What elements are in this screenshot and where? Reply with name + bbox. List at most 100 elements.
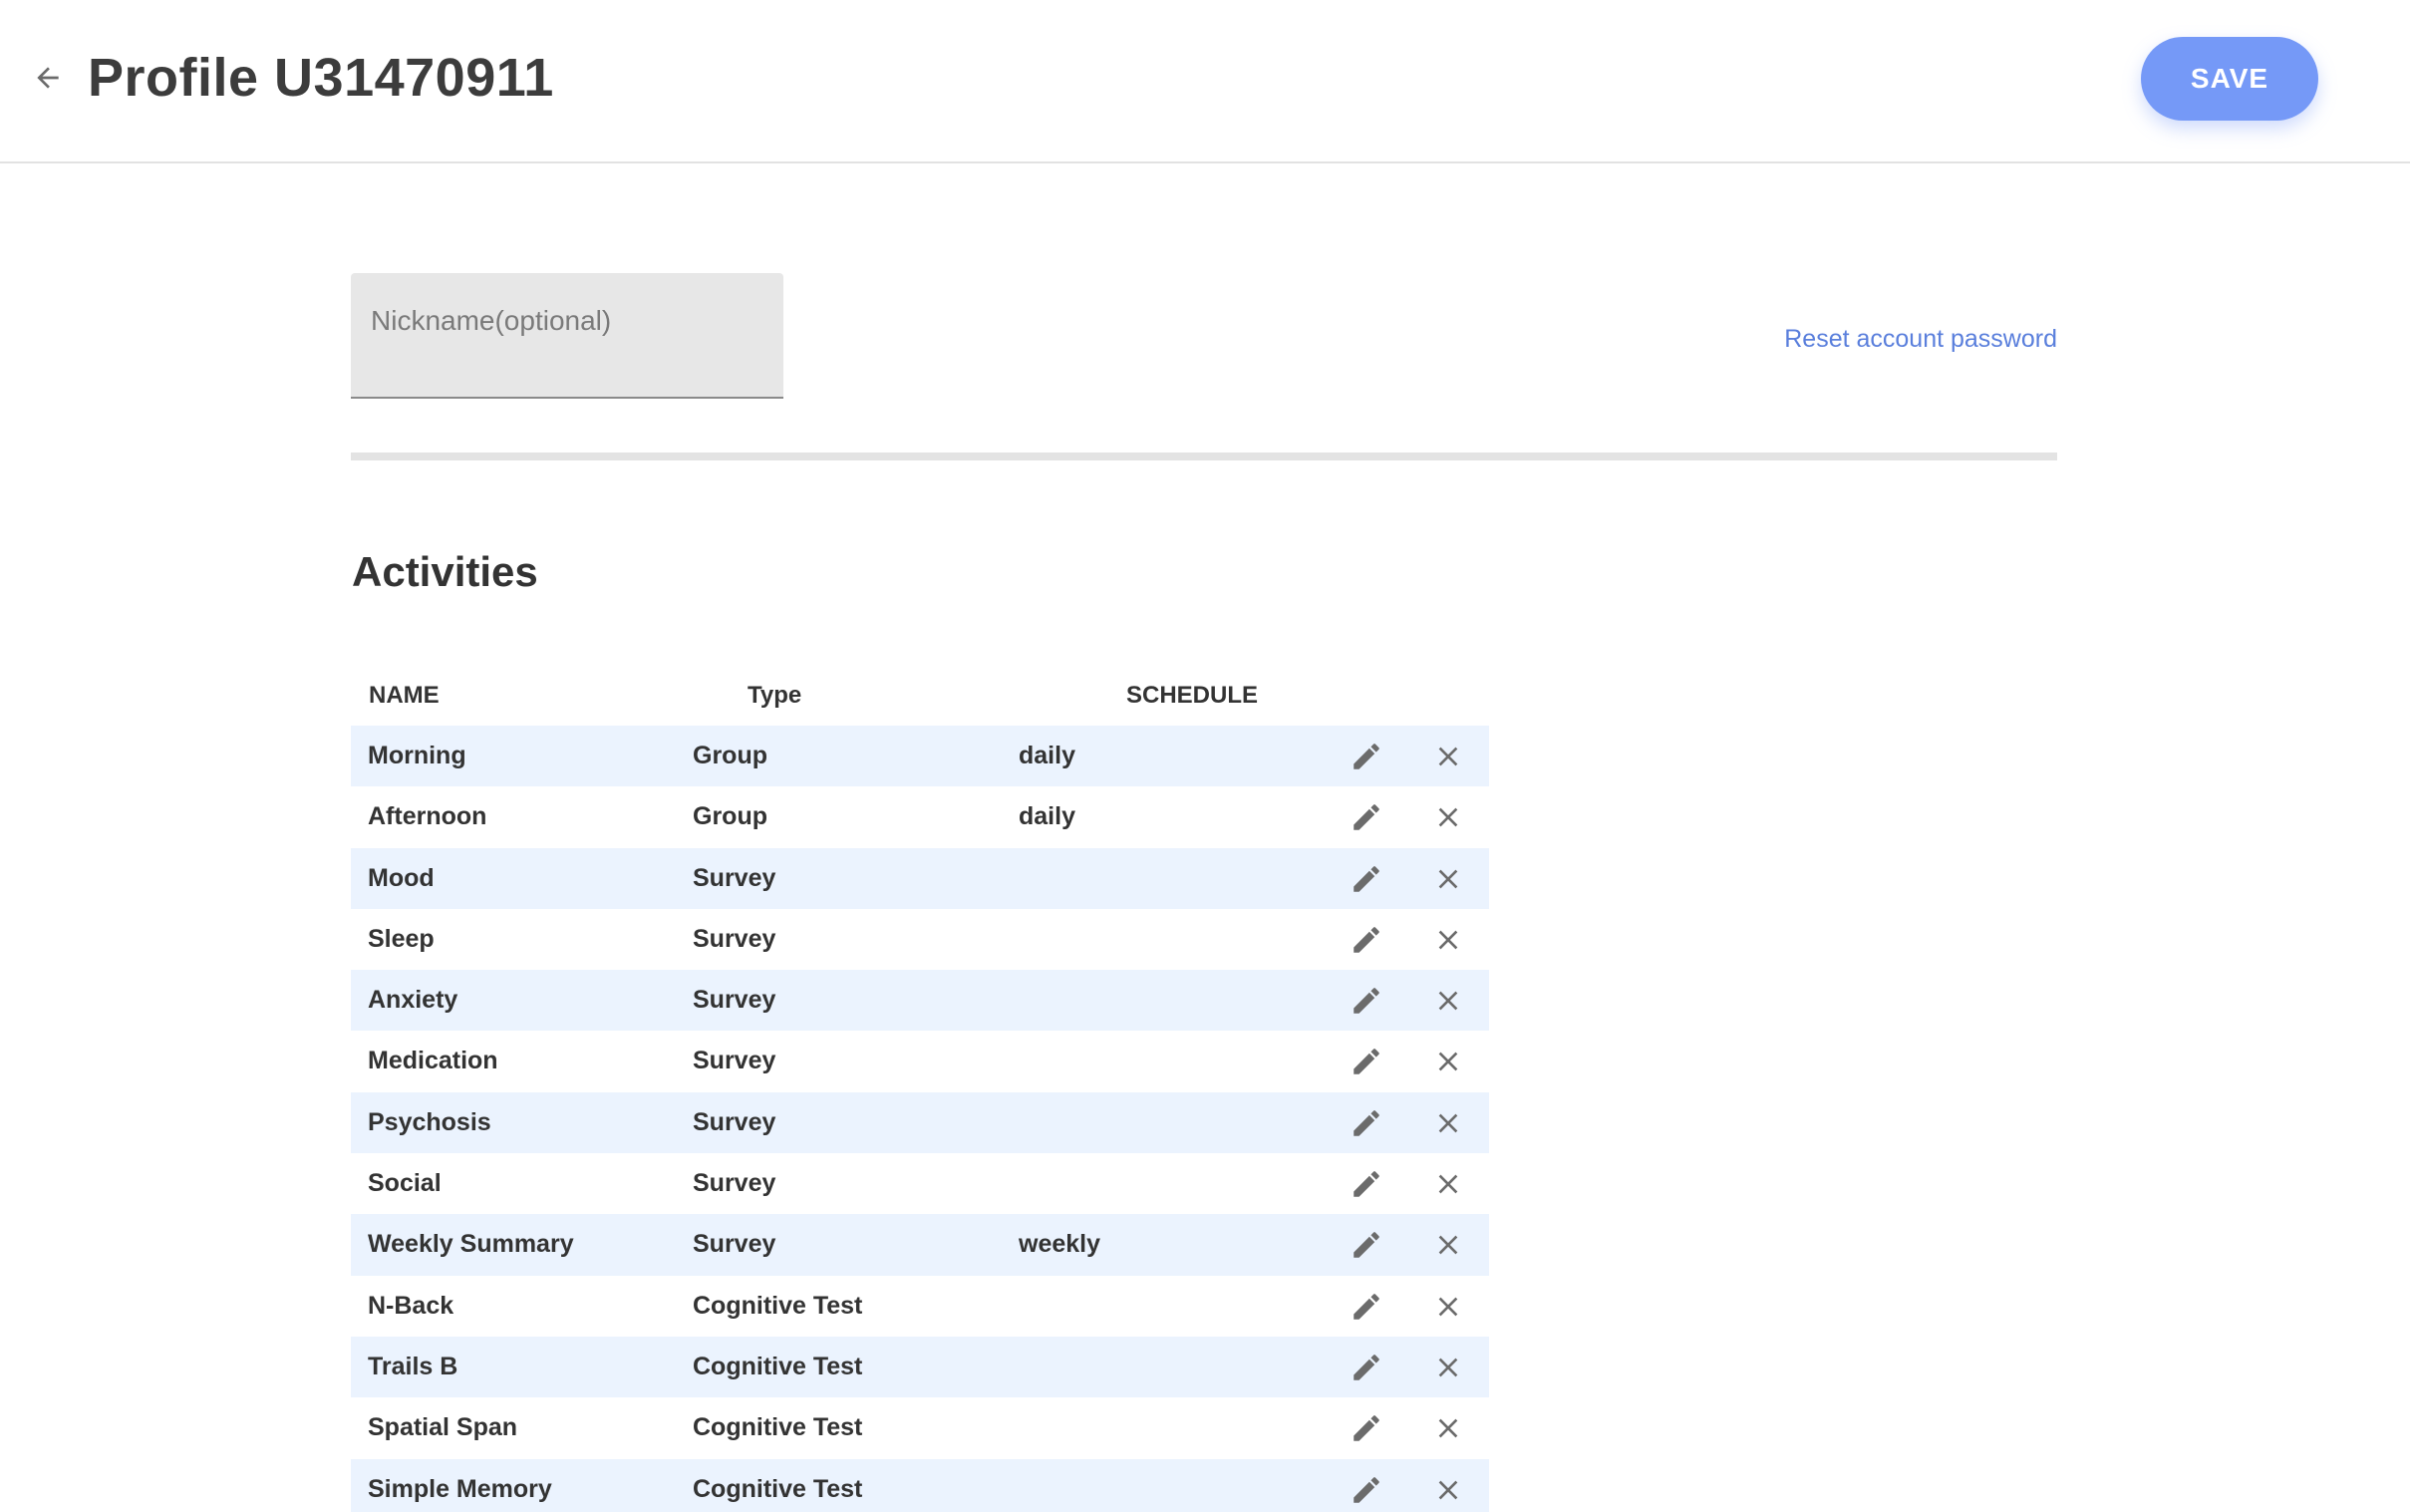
pencil-icon [1350,923,1383,957]
table-row[interactable]: Social Survey [351,1153,1489,1214]
activity-name: Social [368,1169,442,1198]
activity-name: Mood [368,863,435,892]
delete-activity-button[interactable] [1429,738,1467,775]
activity-type: Survey [693,986,776,1015]
pencil-icon [1350,1045,1383,1078]
reset-password-link[interactable]: Reset account password [1776,325,2057,354]
column-header-name[interactable]: NAME [369,682,440,710]
close-icon [1432,1291,1464,1323]
edit-activity-button[interactable] [1348,1104,1385,1142]
table-row[interactable]: Trails B Cognitive Test [351,1336,1489,1398]
activity-type: Cognitive Test [693,1352,863,1380]
table-row[interactable]: Spatial Span Cognitive Test [351,1397,1489,1458]
pencil-icon [1350,1106,1383,1140]
pencil-icon [1350,1228,1383,1262]
activity-type: Survey [693,1230,776,1259]
table-row[interactable]: Anxiety Survey [351,970,1489,1032]
edit-activity-button[interactable] [1348,860,1385,898]
delete-activity-button[interactable] [1429,1471,1467,1509]
activity-name: N-Back [368,1291,454,1320]
table-row[interactable]: Afternoon Group daily [351,786,1489,847]
close-icon [1432,1046,1464,1077]
activity-name: Trails B [368,1352,458,1380]
activity-type: Survey [693,1169,776,1198]
column-header-type[interactable]: Type [748,682,801,710]
edit-activity-button[interactable] [1348,1409,1385,1447]
activity-type: Survey [693,863,776,892]
edit-activity-button[interactable] [1348,1043,1385,1080]
activity-schedule: daily [1019,802,1075,831]
activity-type: Cognitive Test [693,1291,863,1320]
edit-activity-button[interactable] [1348,738,1385,775]
pencil-icon [1350,862,1383,896]
delete-activity-button[interactable] [1429,1043,1467,1080]
close-icon [1432,924,1464,956]
activity-schedule: weekly [1019,1230,1101,1259]
delete-activity-button[interactable] [1429,1165,1467,1203]
nickname-input[interactable] [371,301,759,341]
table-row[interactable]: Weekly Summary Survey weekly [351,1214,1489,1276]
close-icon [1432,1412,1464,1444]
edit-activity-button[interactable] [1348,1349,1385,1386]
activity-type: Survey [693,1107,776,1136]
table-row[interactable]: Medication Survey [351,1031,1489,1091]
activity-type: Survey [693,1047,776,1075]
activities-table: NAME Type SCHEDULE Morning Group daily Afte… [351,664,1489,1512]
table-row[interactable]: Morning Group daily [351,726,1489,787]
edit-activity-button[interactable] [1348,1471,1385,1509]
activity-type: Group [693,802,767,831]
table-row[interactable]: Mood Survey [351,847,1489,909]
profile-page: Profile U31470911 SAVE Reset account pas… [0,0,2410,1512]
activity-name: Anxiety [368,986,458,1015]
close-icon [1432,985,1464,1017]
activity-name: Simple Memory [368,1474,552,1503]
edit-activity-button[interactable] [1348,921,1385,959]
activity-schedule: daily [1019,742,1075,769]
edit-activity-button[interactable] [1348,982,1385,1020]
pencil-icon [1350,1167,1383,1201]
delete-activity-button[interactable] [1429,982,1467,1020]
close-icon [1432,1474,1464,1506]
delete-activity-button[interactable] [1429,798,1467,836]
app-header: Profile U31470911 SAVE [0,0,2410,163]
activity-name: Morning [368,742,466,769]
activity-name: Medication [368,1047,498,1075]
activity-name: Afternoon [368,802,487,831]
close-icon [1432,1352,1464,1383]
column-header-schedule[interactable]: SCHEDULE [1126,682,1258,710]
close-icon [1432,1168,1464,1200]
close-icon [1432,741,1464,772]
activity-type: Group [693,742,767,769]
delete-activity-button[interactable] [1429,1349,1467,1386]
delete-activity-button[interactable] [1429,1288,1467,1326]
close-icon [1432,1107,1464,1139]
table-row[interactable]: N-Back Cognitive Test [351,1276,1489,1337]
table-row[interactable]: Sleep Survey [351,909,1489,970]
delete-activity-button[interactable] [1429,921,1467,959]
pencil-icon [1350,1473,1383,1507]
arrow-left-icon [37,67,59,89]
nickname-field[interactable] [351,273,783,399]
delete-activity-button[interactable] [1429,860,1467,898]
table-row[interactable]: Psychosis Survey [351,1091,1489,1154]
delete-activity-button[interactable] [1429,1104,1467,1142]
pencil-icon [1350,1411,1383,1445]
edit-activity-button[interactable] [1348,1165,1385,1203]
activity-name: Weekly Summary [368,1230,574,1259]
delete-activity-button[interactable] [1429,1226,1467,1264]
close-icon [1432,1229,1464,1261]
pencil-icon [1350,1290,1383,1324]
back-button[interactable] [24,54,72,102]
save-button[interactable]: SAVE [2141,37,2318,121]
table-row[interactable]: Simple Memory Cognitive Test [351,1458,1489,1512]
delete-activity-button[interactable] [1429,1409,1467,1447]
close-icon [1432,863,1464,895]
activity-type: Survey [693,924,776,953]
pencil-icon [1350,800,1383,834]
edit-activity-button[interactable] [1348,798,1385,836]
pencil-icon [1350,740,1383,773]
edit-activity-button[interactable] [1348,1288,1385,1326]
activity-name: Psychosis [368,1107,491,1136]
edit-activity-button[interactable] [1348,1226,1385,1264]
activity-type: Cognitive Test [693,1474,863,1503]
